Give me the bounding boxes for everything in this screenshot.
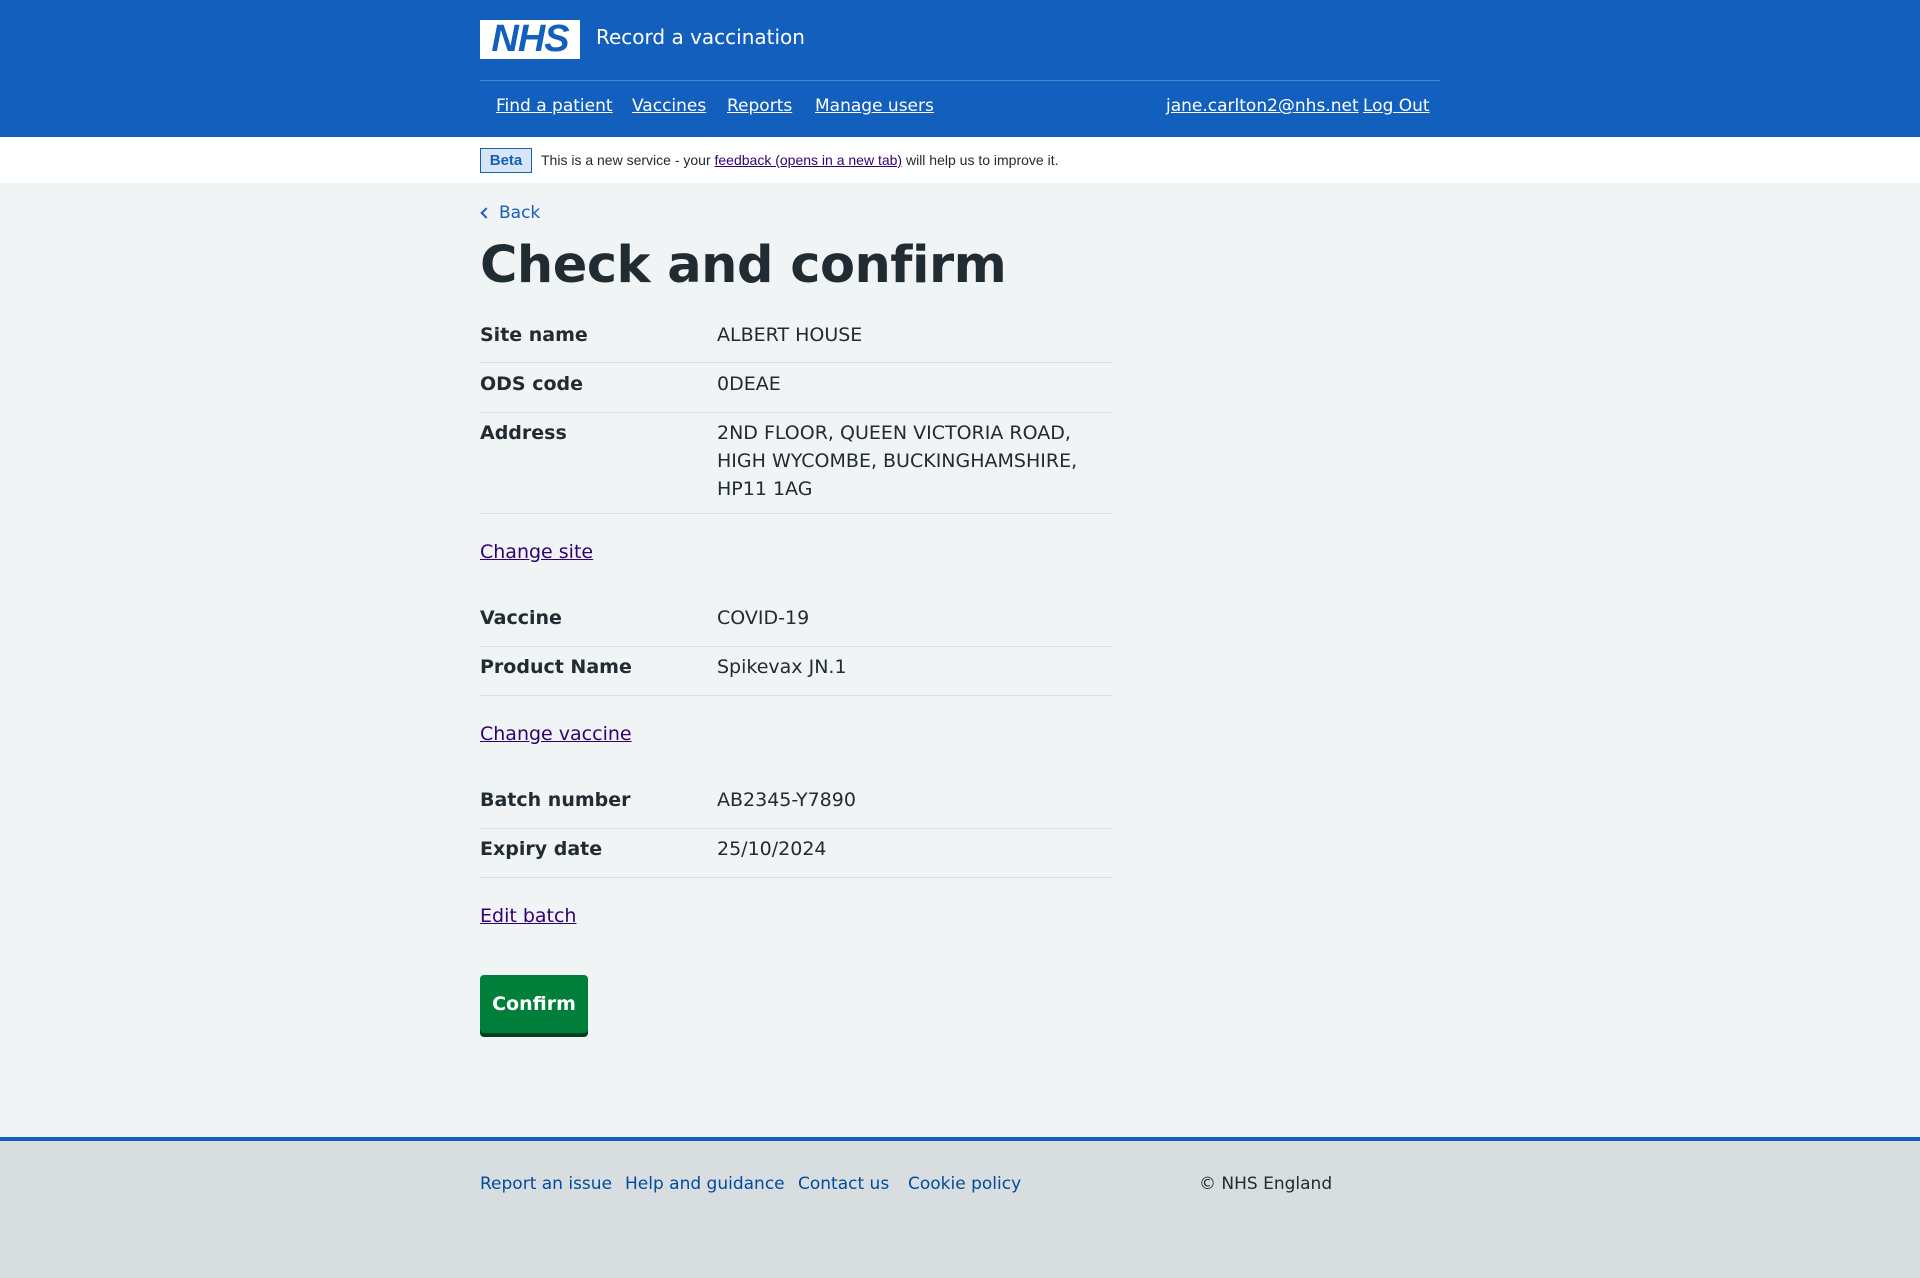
nav-find-a-patient[interactable]: Find a patient <box>496 96 613 116</box>
footer-link-cookie-policy[interactable]: Cookie policy <box>908 1174 1021 1194</box>
row-key: Vaccine <box>480 607 562 629</box>
chevron-left-icon <box>480 207 492 219</box>
row-value: 25/10/2024 <box>717 838 827 860</box>
change-vaccine-link[interactable]: Change vaccine <box>480 723 632 745</box>
row-key: Product Name <box>480 656 632 678</box>
footer-link-help-guidance[interactable]: Help and guidance <box>625 1174 785 1194</box>
nav-manage-users[interactable]: Manage users <box>815 96 934 116</box>
nav-reports[interactable]: Reports <box>727 96 792 116</box>
footer-link-contact-us[interactable]: Contact us <box>798 1174 889 1194</box>
summary-row-address: Address 2ND FLOOR, QUEEN VICTORIA ROAD, … <box>480 422 1112 514</box>
page-title: Check and confirm <box>480 236 1007 295</box>
row-value: Spikevax JN.1 <box>717 656 847 678</box>
summary-row-batch-number: Batch number AB2345-Y7890 <box>480 789 1112 829</box>
row-key: Batch number <box>480 789 631 811</box>
copyright: © NHS England <box>1199 1174 1333 1194</box>
row-value: 2ND FLOOR, QUEEN VICTORIA ROAD, HIGH WYC… <box>717 422 1078 500</box>
site-footer <box>0 1137 1920 1278</box>
summary-row-product-name: Product Name Spikevax JN.1 <box>480 656 1112 696</box>
row-key: Site name <box>480 324 588 346</box>
summary-row-expiry-date: Expiry date 25/10/2024 <box>480 838 1112 878</box>
row-value: 0DEAE <box>717 373 781 395</box>
beta-text-after: will help us to improve it. <box>902 152 1059 168</box>
confirm-button[interactable]: Confirm <box>480 975 588 1033</box>
summary-row-site-name: Site name ALBERT HOUSE <box>480 324 1112 363</box>
header-divider <box>480 80 1440 81</box>
logout-link[interactable]: Log Out <box>1363 96 1430 116</box>
back-link[interactable]: Back <box>480 203 540 223</box>
back-label: Back <box>499 203 541 223</box>
summary-row-vaccine: Vaccine COVID-19 <box>480 607 1112 647</box>
edit-batch-link[interactable]: Edit batch <box>480 905 576 927</box>
summary-row-ods-code: ODS code 0DEAE <box>480 373 1112 413</box>
beta-tag: Beta <box>480 148 532 173</box>
row-key: ODS code <box>480 373 584 395</box>
nav-vaccines[interactable]: Vaccines <box>632 96 706 116</box>
feedback-link[interactable]: feedback (opens in a new tab) <box>715 152 903 168</box>
row-key: Address <box>480 422 567 444</box>
nhs-logo[interactable]: NHS <box>480 20 580 59</box>
nhs-logo-text: NHS <box>491 18 569 60</box>
change-site-link[interactable]: Change site <box>480 541 593 563</box>
user-email-link[interactable]: jane.carlton2@nhs.net <box>1166 96 1359 116</box>
row-key: Expiry date <box>480 838 603 860</box>
beta-text-before: This is a new service - your <box>541 152 715 168</box>
footer-link-report-issue[interactable]: Report an issue <box>480 1174 612 1194</box>
row-value: COVID-19 <box>717 607 810 629</box>
site-header: NHS Record a vaccination Find a patient … <box>0 0 1920 137</box>
beta-message: This is a new service - your feedback (o… <box>541 152 1058 168</box>
service-name[interactable]: Record a vaccination <box>596 25 805 49</box>
row-value: ALBERT HOUSE <box>717 324 863 346</box>
row-value: AB2345-Y7890 <box>717 789 856 811</box>
